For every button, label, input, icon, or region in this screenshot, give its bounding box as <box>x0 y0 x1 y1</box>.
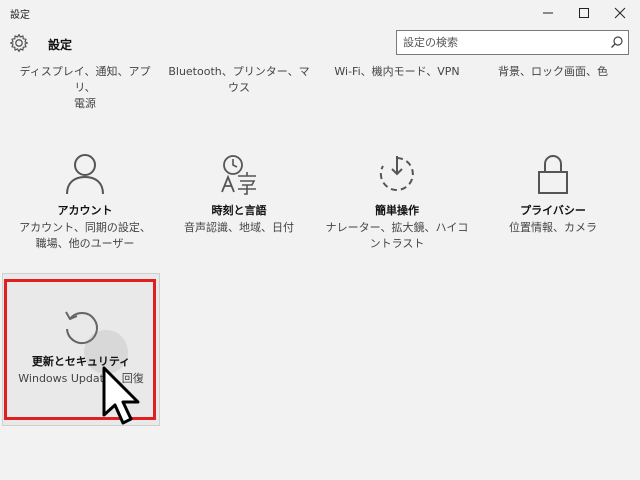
mouse-cursor-icon <box>102 366 140 425</box>
category-desc: 位置情報、カメラ <box>509 221 597 234</box>
category-network[interactable]: Wi-Fi、機内モード、VPN <box>322 64 472 80</box>
category-desc: Bluetooth、プリンター、マ ウス <box>168 65 310 94</box>
category-desc: Wi-Fi、機内モード、VPN <box>334 65 460 78</box>
gear-icon <box>9 33 29 53</box>
category-accounts[interactable]: アカウント アカウント、同期の設定、 職場、他のユーザー <box>10 152 160 252</box>
category-title: 時刻と言語 <box>211 204 267 217</box>
category-desc: 背景、ロック画面、色 <box>498 65 608 78</box>
category-title: プライバシー <box>520 204 586 217</box>
lock-icon <box>538 155 568 194</box>
category-title: 簡単操作 <box>375 204 419 217</box>
category-desc: ディスプレイ、通知、アプリ、 電源 <box>19 65 151 110</box>
person-icon <box>66 154 104 195</box>
minimize-icon <box>543 12 553 14</box>
title-bar: 設定 <box>0 0 640 26</box>
category-desc: 音声認識、地域、日付 <box>184 221 294 234</box>
category-desc: アカウント、同期の設定、 職場、他のユーザー <box>19 221 151 250</box>
search-box[interactable] <box>396 30 629 55</box>
category-title: アカウント <box>57 204 113 217</box>
page-title: 設定 <box>48 38 73 52</box>
category-personalization[interactable]: 背景、ロック画面、色 <box>478 64 628 80</box>
category-system[interactable]: ディスプレイ、通知、アプリ、 電源 <box>10 64 160 112</box>
category-ease-of-access[interactable]: 簡単操作 ナレーター、拡大鏡、ハイコ ントラスト <box>322 152 472 252</box>
close-icon <box>614 7 626 19</box>
maximize-icon <box>579 8 589 18</box>
category-time-language[interactable]: 時刻と言語 音声認識、地域、日付 <box>164 152 314 236</box>
close-button[interactable] <box>597 0 640 26</box>
category-desc: ナレーター、拡大鏡、ハイコ ントラスト <box>325 221 469 250</box>
category-devices[interactable]: Bluetooth、プリンター、マ ウス <box>164 64 314 96</box>
time-language-icon <box>221 155 256 195</box>
window-title: 設定 <box>10 10 30 21</box>
search-input[interactable] <box>403 34 603 51</box>
search-icon[interactable] <box>610 35 624 49</box>
ease-of-access-icon <box>379 156 414 191</box>
category-privacy[interactable]: プライバシー 位置情報、カメラ <box>478 152 628 236</box>
